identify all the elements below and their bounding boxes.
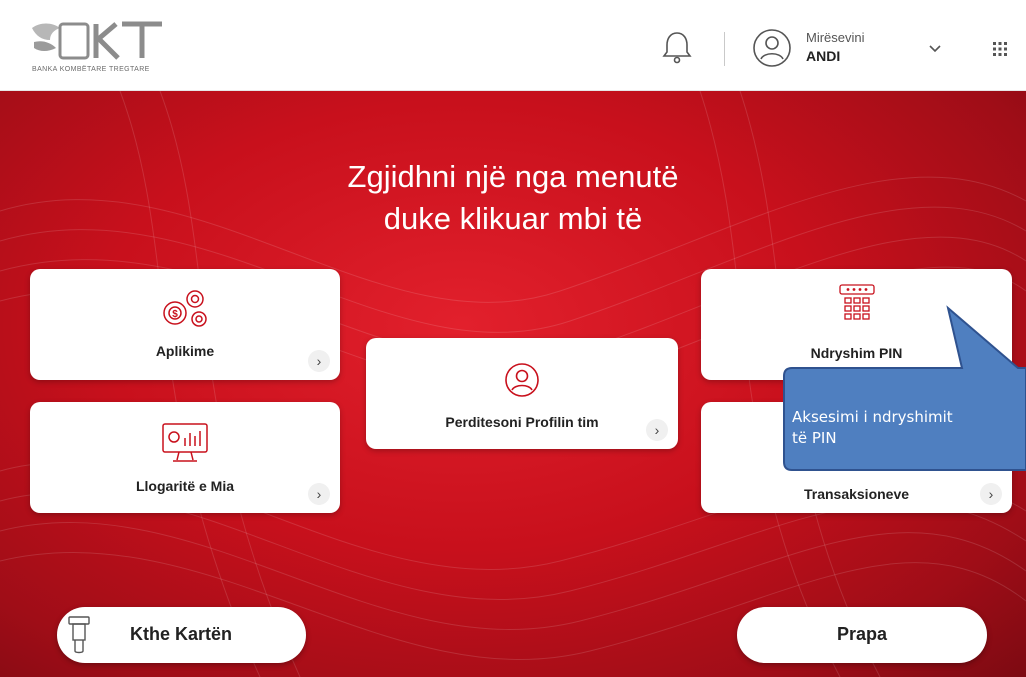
bank-name-tagline: BANKA KOMBËTARE TREGTARE (32, 66, 150, 73)
accounts-arrow: › (308, 483, 330, 505)
transactions-label: Transaksioneve (803, 486, 910, 502)
header-divider (724, 32, 725, 66)
profile-icon (505, 363, 539, 397)
return-card-label: Kthe Kartën (130, 624, 233, 644)
headline-line2: duke klikuar mbi të (383, 201, 643, 236)
apps-grid-icon[interactable] (993, 42, 1007, 56)
applications-card[interactable]: $ Aplikime › (30, 269, 340, 380)
change-pin-label: Ndryshim PIN (810, 345, 903, 361)
update-profile-arrow: › (646, 419, 668, 441)
change-pin-card[interactable]: Ndryshim PIN (701, 269, 1012, 380)
transactions-arrow: › (980, 483, 1002, 505)
user-name: ANDI (806, 48, 841, 64)
monitor-chart-icon (162, 423, 208, 462)
keypad-pin-icon (838, 284, 875, 320)
chevron-down-icon[interactable] (927, 40, 943, 56)
user-avatar-icon[interactable] (752, 28, 792, 68)
accounts-card[interactable]: Llogaritë e Mia › (30, 402, 340, 513)
applications-label: Aplikime (155, 343, 215, 359)
gears-dollar-icon: $ (163, 290, 207, 327)
card-slot-icon (68, 616, 90, 654)
update-profile-label: Perditesoni Profilin tim (445, 414, 599, 430)
top-header: BANKA KOMBËTARE TREGTARE Mirësevini ANDI (0, 0, 1026, 91)
greeting-text: Mirësevini (806, 30, 865, 45)
bell-icon[interactable] (662, 30, 692, 64)
transactions-card[interactable]: Transaksioneve › (701, 402, 1012, 513)
back-button[interactable]: Prapa (737, 607, 987, 663)
return-card-button[interactable]: Kthe Kartën (57, 607, 306, 663)
bkt-logo[interactable]: BANKA KOMBËTARE TREGTARE (30, 20, 170, 80)
update-profile-card[interactable]: Perditesoni Profilin tim › (366, 338, 678, 449)
headline-line1: Zgjidhni një nga menutë (347, 159, 679, 194)
bkt-logo-mark (32, 21, 162, 60)
hero-area: Zgjidhni një nga menutë duke klikuar mbi… (0, 91, 1026, 677)
svg-text:$: $ (172, 309, 178, 320)
accounts-label: Llogaritë e Mia (135, 478, 235, 494)
back-label: Prapa (836, 624, 888, 644)
applications-arrow: › (308, 350, 330, 372)
